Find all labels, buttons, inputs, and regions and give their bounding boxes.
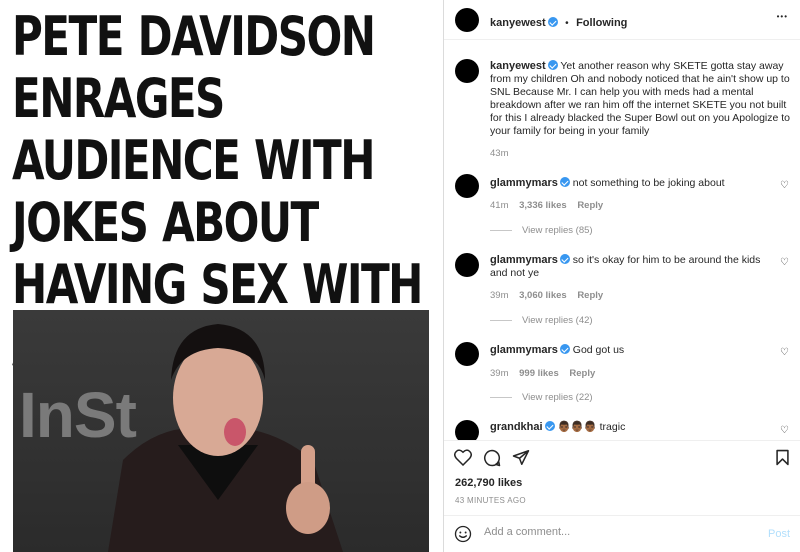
following-button[interactable]: Following	[576, 17, 627, 29]
comment-likes[interactable]: 999 likes	[519, 368, 559, 379]
author-username[interactable]: kanyewest	[490, 17, 546, 29]
comment-item: grandkhai 👨🏾👨🏾👨🏾 tragic ♡	[444, 414, 800, 440]
emoji-icon[interactable]	[454, 525, 472, 543]
share-icon[interactable]	[512, 449, 530, 466]
comment-username[interactable]: glammymars	[490, 254, 558, 266]
comment-time: 39m	[490, 290, 509, 301]
view-replies-button[interactable]: View replies (42)	[490, 315, 593, 326]
like-count[interactable]: 262,790 likes	[455, 477, 522, 489]
verified-icon	[547, 17, 558, 27]
separator-dot: •	[565, 18, 569, 29]
comment-text-block: glammymars not something to be joking ab…	[490, 177, 770, 190]
comment-input[interactable]	[484, 526, 744, 538]
person-figure	[108, 324, 343, 552]
heart-icon[interactable]	[454, 449, 472, 466]
reply-button[interactable]: Reply	[577, 290, 603, 301]
comment-like-icon[interactable]: ♡	[780, 181, 790, 191]
comment-text-block: glammymars so it's okay for him to be ar…	[490, 254, 770, 280]
verified-icon	[547, 60, 558, 70]
comment-text: 👨🏾👨🏾👨🏾 tragic	[557, 421, 626, 433]
post-comment-button[interactable]: Post	[768, 528, 790, 540]
comment-time: 39m	[490, 368, 509, 379]
post-timestamp: 43 MINUTES AGO	[455, 496, 526, 505]
comment-meta: 39m 3,060 likes Reply	[490, 290, 603, 301]
comment-avatar[interactable]	[455, 253, 479, 277]
comment-username[interactable]: grandkhai	[490, 421, 543, 433]
reply-button[interactable]: Reply	[569, 368, 595, 379]
article-photo: InSt	[13, 310, 429, 552]
post-header: kanyewest • Following •••	[444, 0, 800, 40]
comment-avatar[interactable]	[455, 420, 479, 440]
comment-text-block: glammymars God got us	[490, 344, 770, 357]
caption-text-block: kanyewest Yet another reason why SKETE g…	[490, 60, 792, 138]
reply-button[interactable]: Reply	[577, 200, 603, 211]
comment-avatar[interactable]	[455, 174, 479, 198]
post-panel: kanyewest • Following ••• kanyewest Yet …	[444, 0, 800, 552]
verified-icon	[544, 421, 555, 431]
comment-text-block: grandkhai 👨🏾👨🏾👨🏾 tragic	[490, 421, 770, 434]
comment-like-icon[interactable]: ♡	[780, 348, 790, 358]
caption-time: 43m	[490, 148, 509, 159]
more-options-icon[interactable]: •••	[777, 12, 788, 21]
verified-icon	[559, 254, 570, 264]
comment-time: 41m	[490, 200, 509, 211]
comment-meta: 39m 999 likes Reply	[490, 368, 595, 379]
comment-meta: 41m 3,336 likes Reply	[490, 200, 603, 211]
comment-like-icon[interactable]: ♡	[780, 258, 790, 268]
view-replies-button[interactable]: View replies (85)	[490, 225, 593, 236]
author-line: kanyewest • Following	[490, 13, 627, 31]
comment-text: not something to be joking about	[572, 177, 725, 189]
comment-text: God got us	[572, 344, 625, 356]
comment-avatar[interactable]	[455, 342, 479, 366]
comment-bar: Post	[444, 515, 800, 552]
comment-likes[interactable]: 3,060 likes	[519, 290, 567, 301]
comment-like-icon[interactable]: ♡	[780, 426, 790, 436]
comment-username[interactable]: glammymars	[490, 344, 558, 356]
view-replies-button[interactable]: View replies (22)	[490, 392, 593, 403]
caption-username[interactable]: kanyewest	[490, 60, 546, 72]
bookmark-icon[interactable]	[775, 449, 790, 466]
comment-likes[interactable]: 3,336 likes	[519, 200, 567, 211]
comment-icon[interactable]	[483, 449, 501, 467]
post-actions: 262,790 likes 43 MINUTES AGO Post	[444, 440, 800, 552]
verified-icon	[559, 344, 570, 354]
caption-avatar[interactable]	[455, 59, 479, 83]
post-media: PETE DAVIDSON ENRAGES AUDIENCE WITH JOKE…	[0, 0, 443, 552]
comment-username[interactable]: glammymars	[490, 177, 558, 189]
verified-icon	[559, 177, 570, 187]
author-avatar[interactable]	[455, 8, 479, 32]
